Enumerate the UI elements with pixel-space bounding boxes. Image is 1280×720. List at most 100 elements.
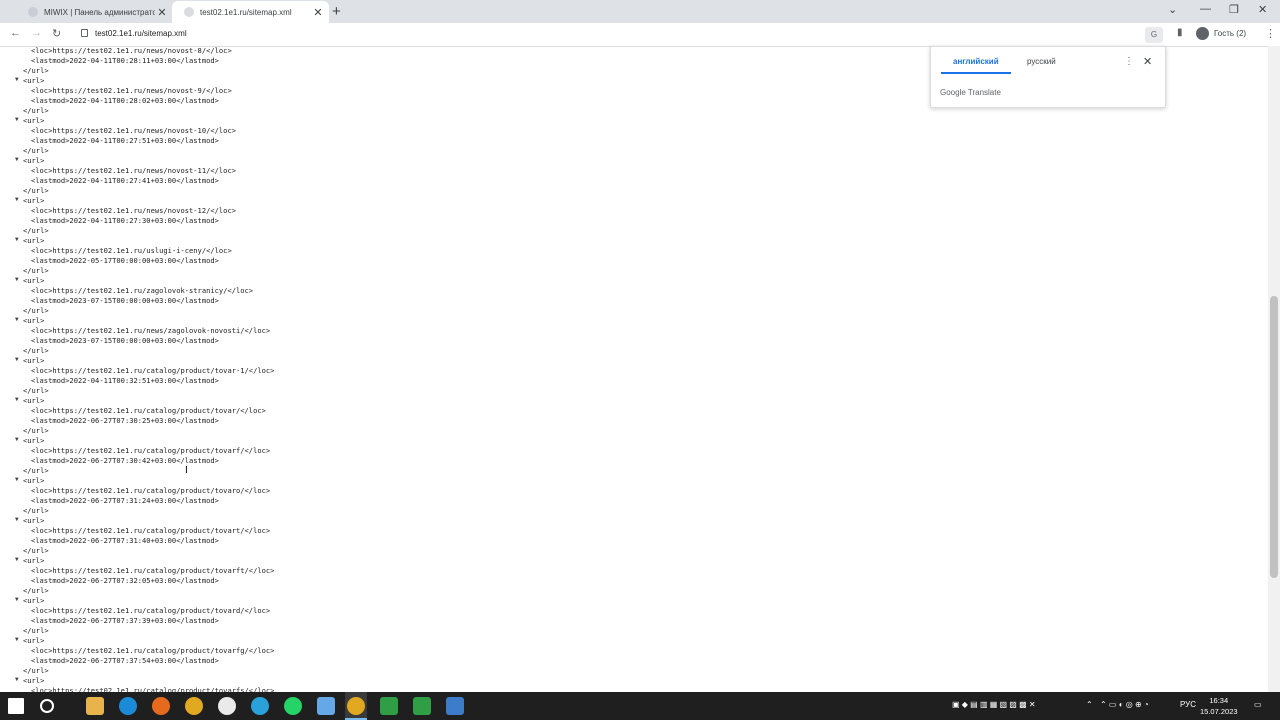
tab-strip: MIWIX | Панель администратор ✕ test02.1e… — [0, 0, 1280, 23]
collapse-toggle-icon[interactable]: ▼ — [15, 556, 21, 563]
forward-button[interactable]: → — [31, 27, 42, 39]
excel-icon[interactable] — [413, 697, 431, 715]
app-icon-2[interactable] — [446, 697, 464, 715]
xml-line: <lastmod>2022-04-11T00:27:41+03:00</last… — [31, 176, 219, 185]
xml-line: <url> — [23, 76, 45, 85]
telegram-icon[interactable] — [251, 697, 269, 715]
xml-line: <lastmod>2022-04-11T00:27:30+03:00</last… — [31, 216, 219, 225]
site-favicon-icon — [28, 7, 38, 17]
collapse-toggle-icon[interactable]: ▼ — [15, 516, 21, 523]
collapse-toggle-icon[interactable]: ▼ — [15, 156, 21, 163]
xml-line: <loc>https://test02.1e1.ru/catalog/produ… — [31, 606, 271, 615]
tab-sitemap[interactable]: test02.1e1.ru/sitemap.xml ✕ — [172, 1, 329, 23]
collapse-toggle-icon[interactable]: ▼ — [15, 356, 21, 363]
xml-line: <loc>https://test02.1e1.ru/news/novost-1… — [31, 126, 236, 135]
xml-line: <url> — [23, 356, 45, 365]
text-cursor-icon: I — [185, 465, 188, 476]
firefox-icon[interactable] — [152, 697, 170, 715]
file-explorer-icon[interactable] — [86, 697, 104, 715]
profile-label: Гость (2) — [1214, 29, 1247, 38]
xml-line: <url> — [23, 556, 45, 565]
avatar-icon — [1196, 27, 1209, 40]
xml-line: <loc>https://test02.1e1.ru/news/novost-9… — [31, 86, 232, 95]
tray-status-icons[interactable]: ⌃ ▭ ◐ ◎ ⊕ ◔ — [1100, 700, 1149, 709]
collapse-toggle-icon[interactable]: ▼ — [15, 476, 21, 483]
collapse-toggle-icon[interactable]: ▼ — [15, 236, 21, 243]
xml-line: <url> — [23, 676, 45, 685]
clock[interactable]: 16:34 15.07.2023 — [1200, 695, 1238, 717]
edge-icon[interactable] — [119, 697, 137, 715]
close-window-button[interactable]: ✕ — [1258, 3, 1267, 16]
xml-line: <loc>https://test02.1e1.ru/catalog/produ… — [31, 646, 275, 655]
xml-line: </url> — [23, 186, 49, 195]
translate-footer: Google Translate — [940, 88, 1001, 97]
restore-button[interactable]: ❐ — [1229, 3, 1239, 16]
xml-line: <url> — [23, 196, 45, 205]
start-button-icon[interactable] — [8, 698, 24, 714]
xml-line: </url> — [23, 546, 49, 555]
language-tab-english[interactable]: английский — [941, 57, 1011, 74]
close-tab-icon[interactable]: ✕ — [311, 6, 325, 19]
collapse-toggle-icon[interactable]: ▼ — [15, 596, 21, 603]
tray-overflow-icon[interactable]: ⌃ — [1086, 700, 1093, 709]
collapse-toggle-icon[interactable]: ▼ — [15, 276, 21, 283]
xml-line: </url> — [23, 106, 49, 115]
collapse-toggle-icon[interactable]: ▼ — [15, 436, 21, 443]
yandex-icon[interactable] — [218, 697, 236, 715]
collapse-toggle-icon[interactable]: ▼ — [15, 116, 21, 123]
address-bar[interactable]: test02.1e1.ru/sitemap.xml — [95, 29, 187, 38]
collapse-toggle-icon[interactable]: ▼ — [15, 396, 21, 403]
notepad-icon[interactable] — [380, 697, 398, 715]
notifications-icon[interactable]: ▭ — [1254, 700, 1262, 709]
site-favicon-icon — [184, 7, 194, 17]
search-icon[interactable] — [40, 699, 54, 713]
xml-line: <lastmod>2022-06-27T07:30:25+03:00</last… — [31, 416, 219, 425]
whatsapp-icon[interactable] — [284, 697, 302, 715]
close-tab-icon[interactable]: ✕ — [155, 6, 169, 19]
chrome-icon[interactable] — [185, 697, 203, 715]
tab-admin-panel[interactable]: MIWIX | Панель администратор ✕ — [16, 1, 173, 23]
xml-line: </url> — [23, 666, 49, 675]
minimize-button[interactable]: — — [1200, 3, 1211, 15]
language-indicator[interactable]: РУС — [1180, 700, 1196, 709]
browser-menu-icon[interactable]: ⋮ — [1265, 27, 1276, 40]
xml-line: <loc>https://test02.1e1.ru/catalog/produ… — [31, 526, 271, 535]
xml-line: </url> — [23, 426, 49, 435]
side-panel-icon[interactable]: ▮ — [1177, 27, 1183, 38]
profile-button[interactable]: Гость (2) — [1196, 27, 1246, 40]
xml-line: <loc>https://test02.1e1.ru/news/novost-1… — [31, 166, 236, 175]
tab-search-icon[interactable]: ⌄ — [1168, 3, 1177, 16]
scrollbar[interactable] — [1268, 46, 1280, 692]
translate-options-icon[interactable]: ⋮ — [1124, 56, 1134, 67]
tab-title: MIWIX | Панель администратор — [44, 7, 155, 17]
xml-line: <lastmod>2022-06-27T07:37:54+03:00</last… — [31, 656, 219, 665]
reload-button[interactable]: ↻ — [52, 27, 61, 40]
lock-icon[interactable] — [81, 29, 88, 37]
xml-line: </url> — [23, 346, 49, 355]
collapse-toggle-icon[interactable]: ▼ — [15, 316, 21, 323]
close-popup-icon[interactable]: ✕ — [1143, 55, 1152, 68]
translate-icon[interactable]: G — [1145, 27, 1163, 43]
collapse-toggle-icon[interactable]: ▼ — [15, 196, 21, 203]
collapse-toggle-icon[interactable]: ▼ — [15, 76, 21, 83]
xml-line: <lastmod>2022-06-27T07:31:24+03:00</last… — [31, 496, 219, 505]
xml-line: </url> — [23, 66, 49, 75]
taskbar: ▣ ◆ ▤ ▥ ▦ ▧ ▨ ▩ ✕ ⌃ ⌃ ▭ ◐ ◎ ⊕ ◔ РУС 16:3… — [0, 692, 1280, 720]
back-button[interactable]: ← — [10, 27, 21, 39]
tray-icons[interactable]: ▣ ◆ ▤ ▥ ▦ ▧ ▨ ▩ ✕ — [952, 700, 1036, 709]
xml-line: <loc>https://test02.1e1.ru/uslugi-i-ceny… — [31, 246, 232, 255]
xml-line: <url> — [23, 156, 45, 165]
xml-line: <lastmod>2023-07-15T00:00:00+03:00</last… — [31, 296, 219, 305]
collapse-toggle-icon[interactable]: ▼ — [15, 676, 21, 683]
chrome-active-icon[interactable] — [347, 697, 365, 715]
app-icon[interactable] — [317, 697, 335, 715]
xml-line: <lastmod>2022-04-11T00:28:02+03:00</last… — [31, 96, 219, 105]
scrollbar-thumb[interactable] — [1270, 296, 1278, 578]
xml-line: <loc>https://test02.1e1.ru/catalog/produ… — [31, 446, 271, 455]
collapse-toggle-icon[interactable]: ▼ — [15, 636, 21, 643]
xml-line: <url> — [23, 476, 45, 485]
xml-line: <url> — [23, 316, 45, 325]
language-tab-russian[interactable]: русский — [1027, 57, 1056, 66]
xml-line: </url> — [23, 306, 49, 315]
new-tab-button[interactable]: + — [332, 3, 341, 20]
